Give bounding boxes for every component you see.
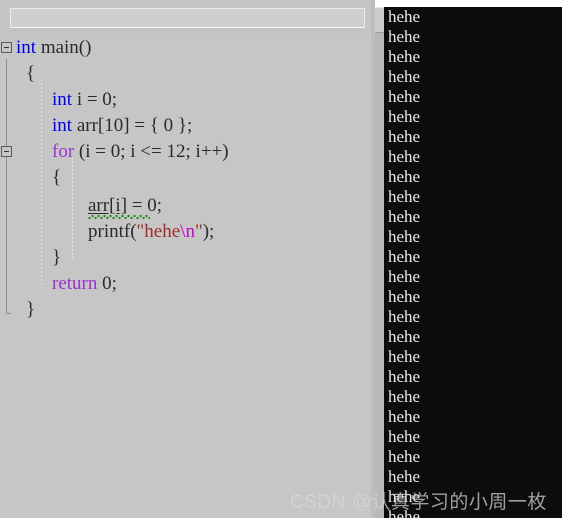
token-keyword-int-arr: int [52,115,73,136]
token-assign-zero: = 0; [127,195,163,216]
console-line: hehe [388,187,421,206]
console-line: hehe [388,287,421,306]
console-line: hehe [388,127,421,146]
token-declare-arr: arr[10] = { 0 }; [72,115,193,136]
code-line-6: { [52,165,61,191]
console-line: hehe [388,67,421,86]
code-line-1: int main() [16,35,91,61]
code-line-8: printf("hehe\n"); [88,219,214,245]
token-string-literal: "hehe [136,221,181,242]
console-line: hehe [388,367,421,386]
console-line: hehe [388,7,421,26]
code-line-5: for (i = 0; i <= 12; i++) [52,139,229,165]
token-printf-call: printf( [88,221,137,242]
token-close-brace-loop: } [52,247,62,268]
code-surface[interactable]: int main() { int i = 0; int arr[10] = { … [0,33,375,518]
token-keyword-for: for [52,141,75,162]
console-line: hehe [388,447,421,466]
token-arr-index-warned: arr[i] [88,195,128,216]
console-line: hehe [388,427,421,446]
console-line: hehe [388,307,421,326]
console-line: hehe [388,207,421,226]
console-line: hehe [388,27,421,46]
console-line: hehe [388,167,421,186]
code-text-area[interactable]: int main() { int i = 0; int arr[10] = { … [0,33,375,518]
code-line-4: int arr[10] = { 0 }; [52,113,192,139]
console-line: hehe [388,487,421,506]
console-line: hehe [388,47,421,66]
console-scrollbar-thumb[interactable] [375,7,384,33]
code-line-9: } [52,245,61,271]
console-line: hehe [388,247,421,266]
console-title-strip [375,0,562,7]
token-keyword-int: int [16,37,37,58]
console-line: hehe [388,507,421,518]
code-editor-panel: int main() { int i = 0; int arr[10] = { … [0,0,375,518]
code-line-7: arr[i] = 0; [88,193,162,219]
token-return-value: 0; [97,273,117,294]
token-main-signature: main() [36,37,92,58]
code-line-11: } [26,297,35,323]
navigation-combo-value [11,9,364,13]
token-escape-newline: \n [180,221,195,242]
console-line: hehe [388,327,421,346]
console-output-panel: hehe hehe hehe hehe hehe hehe hehe hehe hehe hehe… [375,0,562,518]
code-line-3: int i = 0; [52,87,117,113]
token-open-brace-loop: { [52,167,62,188]
console-line: hehe [388,267,421,286]
console-line: hehe [388,467,421,486]
console-line: hehe [388,87,421,106]
token-close-brace-function: } [26,299,36,320]
code-line-2: { [26,61,35,87]
console-line: hehe [388,107,421,126]
editor-toolbar [0,0,375,33]
console-line: hehe [388,347,421,366]
navigation-combo-box[interactable] [10,8,365,28]
code-line-10: return 0; [52,271,117,297]
token-open-brace-function: { [26,63,36,84]
console-line: hehe [388,147,421,166]
token-declare-i: i = 0; [72,89,118,110]
application-window: int main() { int i = 0; int arr[10] = { … [0,0,562,518]
console-line: hehe [388,387,421,406]
console-line: hehe [388,407,421,426]
token-printf-tail: ); [202,221,215,242]
token-string-literal-close: " [194,221,203,242]
token-keyword-int-i: int [52,89,73,110]
token-for-clause: (i = 0; i <= 12; i++) [74,141,229,162]
token-keyword-return: return [52,273,98,294]
console-line: hehe [388,227,421,246]
console-vertical-scrollbar[interactable] [375,7,384,518]
console-output-text: hehe hehe hehe hehe hehe hehe hehe hehe hehe hehe… [384,7,562,518]
